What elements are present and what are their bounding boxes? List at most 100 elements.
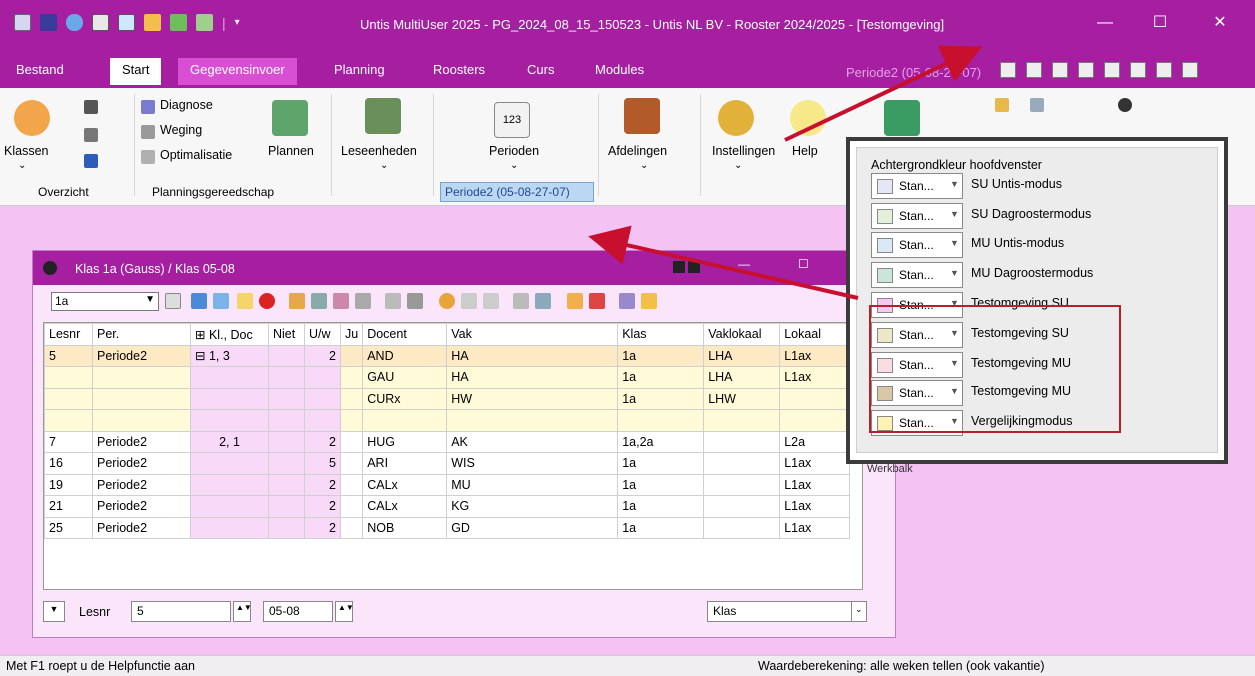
dropdown-arrow-icon[interactable]: ▼ <box>43 601 65 622</box>
cell-uw[interactable]: 2 <box>304 516 341 539</box>
window-1-icon[interactable] <box>1000 62 1016 78</box>
tab-curs[interactable]: Curs <box>527 62 554 77</box>
window-5-icon[interactable] <box>1104 62 1120 78</box>
cell-lokaal[interactable] <box>779 409 851 432</box>
table-row[interactable]: 25 Periode2 2 NOB GD 1a L1ax <box>44 516 851 539</box>
cell-vaklokaal[interactable] <box>703 495 781 518</box>
cell-uw[interactable]: 2 <box>304 495 341 518</box>
color-select[interactable]: Stan... ▼ <box>871 232 963 258</box>
time-icon[interactable] <box>439 293 455 309</box>
cell-per[interactable] <box>92 387 191 410</box>
cell-per[interactable] <box>92 366 191 389</box>
col-per[interactable]: Per. <box>92 323 191 346</box>
cell-lokaal[interactable]: L2a <box>779 430 851 453</box>
cell-ju[interactable] <box>339 473 364 496</box>
copy-icon[interactable] <box>567 293 583 309</box>
chevron-down-icon[interactable]: ▼ <box>950 238 959 248</box>
cell-lokaal[interactable]: L1ax <box>779 495 851 518</box>
window-3-icon[interactable] <box>1052 62 1068 78</box>
cell-vak[interactable]: GD <box>446 516 619 539</box>
view-type-select[interactable]: Klas <box>707 601 867 622</box>
cell-kl-doc[interactable] <box>190 452 269 475</box>
cell-niet[interactable] <box>268 366 305 389</box>
cell-klas[interactable]: 1a <box>617 366 705 389</box>
current-period-box[interactable]: Periode2 (05-08-27-07) <box>440 182 594 202</box>
col-vak[interactable]: Vak <box>446 323 619 346</box>
cell-vaklokaal[interactable] <box>703 516 781 539</box>
spin-icon[interactable] <box>165 293 181 309</box>
cell-klas[interactable]: 1a <box>617 516 705 539</box>
schedule-icon[interactable] <box>289 293 305 309</box>
window-7-icon[interactable] <box>1156 62 1172 78</box>
week-select[interactable]: 05-08 <box>263 601 333 622</box>
cell-niet[interactable] <box>268 495 305 518</box>
save-icon[interactable] <box>40 14 57 31</box>
instellingen-chevron-icon[interactable]: ⌄ <box>734 160 742 171</box>
table-row[interactable]: GAU HA 1a LHA L1ax <box>44 366 851 389</box>
cell-lokaal[interactable] <box>779 387 851 410</box>
delete-icon[interactable] <box>259 293 275 309</box>
cell-kl-doc[interactable] <box>190 516 269 539</box>
display-icon[interactable] <box>589 293 605 309</box>
cell-uw[interactable]: 5 <box>304 452 341 475</box>
cell-per[interactable]: Periode2 <box>92 516 191 539</box>
leseenheden-chevron-icon[interactable]: ⌄ <box>380 160 388 171</box>
tab-planning[interactable]: Planning <box>334 62 385 77</box>
col-klas[interactable]: Klas <box>617 323 705 346</box>
cell-lokaal[interactable]: L1ax <box>779 366 851 389</box>
diagnose-button[interactable]: Diagnose <box>160 98 213 112</box>
cell-vaklokaal[interactable] <box>703 430 781 453</box>
cell-docent[interactable]: ARI <box>362 452 448 475</box>
cell-vak[interactable]: WIS <box>446 452 619 475</box>
cell-lesnr[interactable] <box>44 409 93 432</box>
child-minimize-button[interactable]: — <box>738 257 750 271</box>
col-ju[interactable]: Ju <box>339 323 364 346</box>
cell-vaklokaal[interactable] <box>703 473 781 496</box>
klassen-chevron-icon[interactable]: ⌄ <box>18 160 26 171</box>
nav-prev-icon[interactable] <box>673 261 685 273</box>
cell-vak[interactable]: KG <box>446 495 619 518</box>
cell-per[interactable]: Periode2 <box>92 430 191 453</box>
chevron-down-icon[interactable]: ▼ <box>950 268 959 278</box>
help-button[interactable]: Help <box>792 144 818 158</box>
col-docent[interactable]: Docent <box>362 323 448 346</box>
cell-lesnr[interactable] <box>44 387 93 410</box>
cell-niet[interactable] <box>268 452 305 475</box>
cell-kl-doc[interactable] <box>190 366 269 389</box>
window-arrange-icon[interactable] <box>1030 98 1044 112</box>
cell-per[interactable]: Periode2 <box>92 344 191 367</box>
room-icon[interactable] <box>84 128 98 142</box>
teacher-icon[interactable] <box>84 100 98 114</box>
col-vaklokaal[interactable]: Vaklokaal <box>703 323 781 346</box>
cell-kl-doc[interactable] <box>190 495 269 518</box>
chevron-down-icon[interactable]: ⌄ <box>851 601 867 622</box>
afdelingen-button[interactable]: Afdelingen <box>608 144 667 158</box>
new-lesson-icon[interactable] <box>191 293 207 309</box>
color-select[interactable]: Stan... ▼ <box>871 173 963 199</box>
cell-vak[interactable] <box>446 409 619 432</box>
cell-kl-doc[interactable] <box>190 387 269 410</box>
table-icon[interactable] <box>483 293 499 309</box>
tab-roosters[interactable]: Roosters <box>433 62 485 77</box>
sort-icon[interactable] <box>333 293 349 309</box>
cell-docent[interactable]: NOB <box>362 516 448 539</box>
cell-lokaal[interactable]: L1ax <box>779 473 851 496</box>
cell-docent[interactable]: CURx <box>362 387 448 410</box>
cell-niet[interactable] <box>268 473 305 496</box>
table-row[interactable]: 7 Periode2 2, 1 2 HUG AK 1a,2a L2a <box>44 430 851 453</box>
cell-lesnr[interactable]: 19 <box>44 473 93 496</box>
module-icon[interactable] <box>884 100 920 136</box>
list-icon[interactable] <box>213 293 229 309</box>
import-icon[interactable] <box>170 14 187 31</box>
window-2-icon[interactable] <box>1026 62 1042 78</box>
open-icon[interactable] <box>14 14 31 31</box>
cell-lokaal[interactable]: L1ax <box>779 344 851 367</box>
cell-kl-doc[interactable] <box>190 409 269 432</box>
chevron-down-icon[interactable]: ▼ <box>950 179 959 189</box>
cell-niet[interactable] <box>268 409 305 432</box>
col-lokaal[interactable]: Lokaal <box>779 323 851 346</box>
undo-icon[interactable] <box>66 14 83 31</box>
cell-lokaal[interactable]: L1ax <box>779 516 851 539</box>
table-row[interactable]: 21 Periode2 2 CALx KG 1a L1ax <box>44 495 851 518</box>
export-icon[interactable] <box>144 14 161 31</box>
